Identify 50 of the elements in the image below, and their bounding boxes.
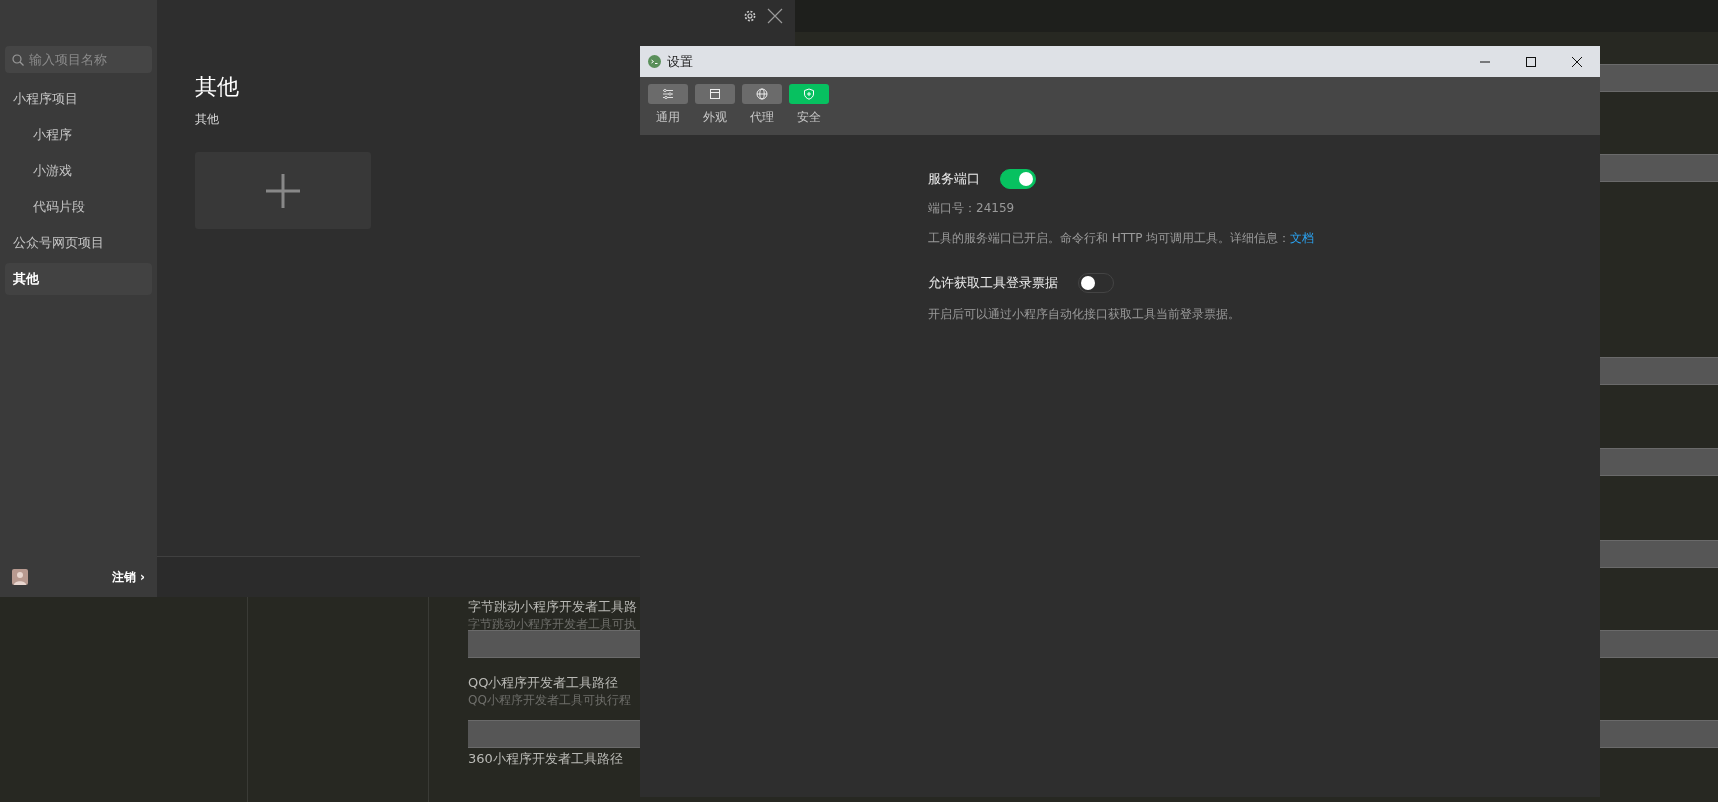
field-label: QQ小程序开发者工具路径 xyxy=(468,674,620,692)
avatar xyxy=(12,568,28,585)
close-icon xyxy=(1571,55,1583,68)
sliders-icon xyxy=(662,88,674,100)
sidebar-item[interactable]: 小程序 xyxy=(5,119,152,151)
section-title: 其他 xyxy=(195,111,219,128)
settings-icon[interactable] xyxy=(743,9,757,23)
input-field[interactable] xyxy=(1600,357,1718,385)
settings-tab[interactable]: 安全 xyxy=(789,84,829,135)
sidebar-item[interactable]: 其他 xyxy=(5,263,152,295)
search-icon xyxy=(12,54,24,66)
logout-link[interactable]: 注销 › xyxy=(111,567,145,586)
input-field[interactable] xyxy=(1600,540,1718,568)
window-title: 设置 xyxy=(667,52,694,71)
input-field[interactable] xyxy=(1600,630,1718,658)
input-field[interactable] xyxy=(468,630,640,658)
input-field[interactable] xyxy=(1600,64,1718,92)
page-heading: 其他 xyxy=(195,73,239,101)
toggle-switch[interactable] xyxy=(1000,169,1036,189)
field-hint: 字节跳动小程序开发者工具可执 xyxy=(468,616,637,632)
shield-icon xyxy=(803,88,815,100)
docs-link[interactable]: 文档 xyxy=(1290,231,1315,245)
option-label: 允许获取工具登录票据 xyxy=(928,274,1058,293)
option-description: 工具的服务端口已开启。命令行和 HTTP 均可调用工具。详细信息：文档 xyxy=(928,230,1316,247)
input-field[interactable] xyxy=(1600,448,1718,476)
field-label: 字节跳动小程序开发者工具路 xyxy=(468,598,638,616)
globe-icon xyxy=(756,88,768,100)
option-label: 服务端口 xyxy=(928,170,980,189)
toggle-switch[interactable] xyxy=(1078,273,1114,293)
settings-tab[interactable]: 通用 xyxy=(648,84,688,135)
close-icon[interactable] xyxy=(767,8,783,24)
field-label: 360小程序开发者工具路径 xyxy=(468,750,624,768)
settings-tab[interactable]: 代理 xyxy=(742,84,782,135)
maximize-icon xyxy=(1525,55,1537,68)
sidebar-item[interactable]: 代码片段 xyxy=(5,191,152,223)
sidebar-item[interactable]: 公众号网页项目 xyxy=(5,227,152,259)
option-description: 开启后可以通过小程序自动化接口获取工具当前登录票据。 xyxy=(928,306,1241,323)
port-number: 端口号：24159 xyxy=(928,200,1016,217)
settings-tab[interactable]: 外观 xyxy=(695,84,735,135)
field-hint: QQ小程序开发者工具可执行程 xyxy=(468,692,632,708)
app-logo-icon xyxy=(648,55,661,68)
plus-icon xyxy=(266,173,300,208)
input-field[interactable] xyxy=(468,720,640,748)
search-field[interactable]: 输入项目名称 xyxy=(5,46,152,73)
sidebar-item[interactable]: 小程序项目 xyxy=(5,83,152,115)
window-icon xyxy=(709,88,721,100)
add-project-button[interactable] xyxy=(195,152,371,229)
sidebar-item[interactable]: 小游戏 xyxy=(5,155,152,187)
input-field[interactable] xyxy=(1600,154,1718,182)
input-field[interactable] xyxy=(1600,720,1718,748)
